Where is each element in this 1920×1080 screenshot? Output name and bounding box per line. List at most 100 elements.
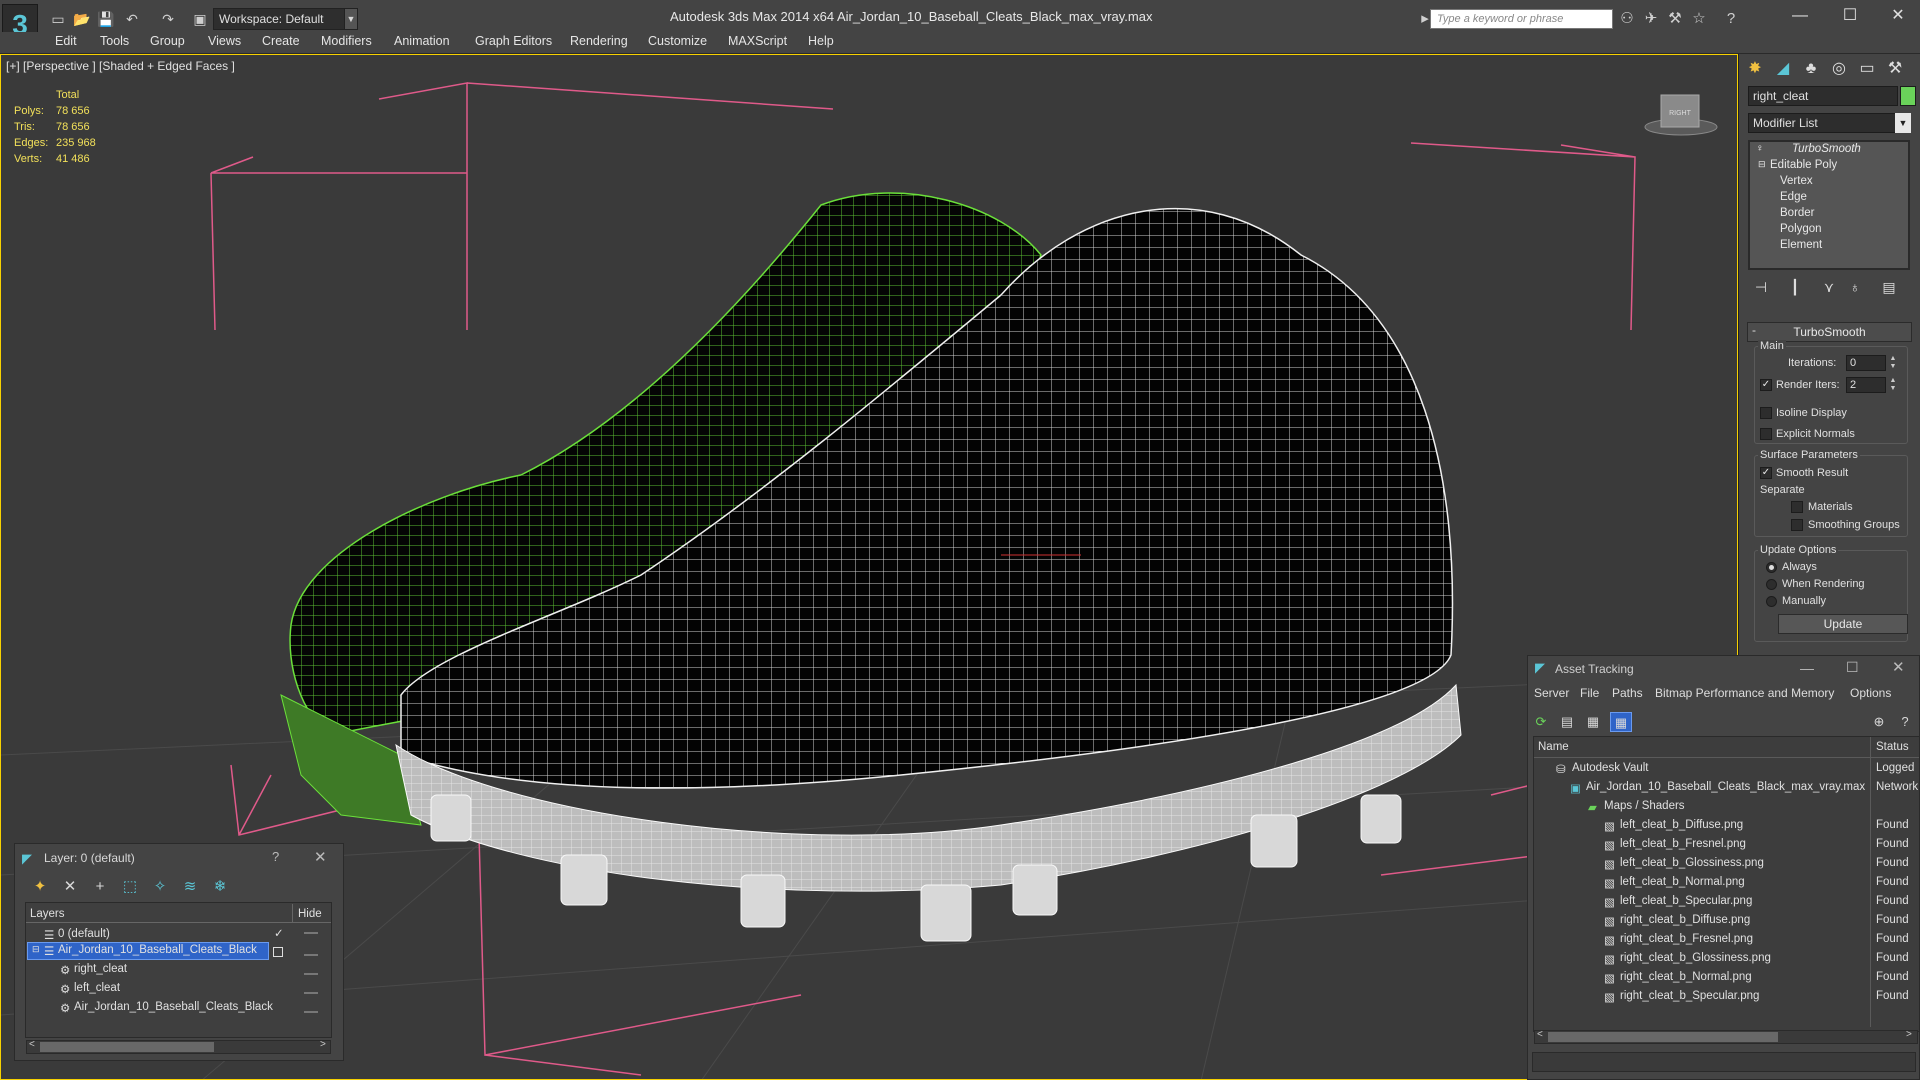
tree-view-icon[interactable]: ▦ bbox=[1582, 712, 1604, 732]
scroll-right-icon[interactable]: > bbox=[1906, 1029, 1912, 1040]
minimize-icon[interactable]: — bbox=[1780, 4, 1820, 28]
status-column-header[interactable]: Status bbox=[1876, 741, 1909, 753]
menu-rendering[interactable]: Rendering bbox=[570, 34, 628, 48]
menu-customize[interactable]: Customize bbox=[648, 34, 707, 48]
smooth-result-checkbox[interactable]: ✓ bbox=[1760, 467, 1772, 479]
asset-menu-options[interactable]: Options bbox=[1850, 686, 1891, 700]
update-button[interactable]: Update bbox=[1778, 614, 1908, 634]
stack-item-editable-poly[interactable]: Editable Poly bbox=[1770, 159, 1837, 171]
list-view-icon[interactable]: ▤ bbox=[1556, 712, 1578, 732]
scroll-right-icon[interactable]: > bbox=[320, 1039, 326, 1050]
manually-radio[interactable] bbox=[1766, 596, 1777, 607]
redo-icon[interactable]: ↷ bbox=[158, 9, 178, 29]
asset-row-bitmap[interactable]: right_cleat_b_Glossiness.png bbox=[1620, 952, 1771, 964]
spinner-arrows-icon[interactable]: ▲ ▼ bbox=[1888, 355, 1898, 371]
layer-row-right-cleat[interactable]: right_cleat bbox=[74, 963, 127, 975]
close-icon[interactable]: ✕ bbox=[314, 848, 327, 866]
undo-icon[interactable]: ↶ bbox=[122, 9, 142, 29]
modifier-list-dropdown[interactable]: Modifier List bbox=[1748, 113, 1910, 133]
menu-views[interactable]: Views bbox=[208, 34, 241, 48]
hide-toggle[interactable] bbox=[304, 932, 318, 934]
workspace-dropdown[interactable]: Workspace: Default bbox=[213, 8, 350, 30]
explicit-normals-checkbox[interactable] bbox=[1760, 428, 1772, 440]
layers-column-header[interactable]: Layers bbox=[30, 908, 65, 920]
show-end-result-icon[interactable]: ┃ bbox=[1782, 276, 1808, 298]
stack-item-element[interactable]: Element bbox=[1780, 239, 1822, 251]
maximize-icon[interactable]: ☐ bbox=[1830, 4, 1870, 28]
asset-row-bitmap[interactable]: left_cleat_b_Glossiness.png bbox=[1620, 857, 1764, 869]
menu-group[interactable]: Group bbox=[150, 34, 185, 48]
help-icon[interactable]: ? bbox=[1894, 712, 1916, 732]
asset-row-vault[interactable]: Autodesk Vault bbox=[1572, 762, 1649, 774]
asset-row-max-file[interactable]: Air_Jordan_10_Baseball_Cleats_Black_max_… bbox=[1586, 781, 1865, 793]
hide-toggle[interactable] bbox=[304, 1011, 318, 1013]
hide-all-layers-icon[interactable]: ≋ bbox=[178, 876, 202, 898]
hide-toggle[interactable] bbox=[304, 973, 318, 975]
pin-stack-icon[interactable]: ⊣ bbox=[1748, 276, 1774, 298]
utilities-tab-icon[interactable]: ⚒ bbox=[1882, 58, 1908, 80]
scroll-left-icon[interactable]: < bbox=[29, 1039, 35, 1050]
maximize-icon[interactable]: ☐ bbox=[1846, 659, 1859, 676]
rollout-turbosmooth-header[interactable]: TurboSmooth bbox=[1747, 322, 1912, 342]
lightbulb-icon[interactable]: ♀ bbox=[1756, 143, 1768, 155]
stack-item-polygon[interactable]: Polygon bbox=[1780, 223, 1822, 235]
asset-row-bitmap[interactable]: left_cleat_b_Specular.png bbox=[1620, 895, 1752, 907]
menu-graph-editors[interactable]: Graph Editors bbox=[475, 34, 552, 48]
binoculars-icon[interactable]: ⚇ bbox=[1616, 10, 1638, 28]
iterations-spinner[interactable]: 0 bbox=[1846, 355, 1886, 371]
asset-row-bitmap[interactable]: right_cleat_b_Specular.png bbox=[1620, 990, 1759, 1002]
asset-menu-paths[interactable]: Paths bbox=[1612, 686, 1643, 700]
search-input[interactable]: Type a keyword or phrase bbox=[1430, 9, 1613, 29]
hide-toggle[interactable] bbox=[304, 992, 318, 994]
select-objects-icon[interactable]: ⬚ bbox=[118, 876, 142, 898]
menu-modifiers[interactable]: Modifiers bbox=[321, 34, 372, 48]
configure-sets-icon[interactable]: ▤ bbox=[1876, 276, 1902, 298]
active-layer-box-icon[interactable] bbox=[273, 947, 283, 957]
help-context-icon[interactable]: ⊕ bbox=[1868, 712, 1890, 732]
delete-layer-icon[interactable]: ✕ bbox=[58, 876, 82, 898]
freeze-all-layers-icon[interactable]: ❄ bbox=[208, 876, 232, 898]
motion-tab-icon[interactable]: ◎ bbox=[1826, 58, 1852, 80]
menu-maxscript[interactable]: MAXScript bbox=[728, 34, 787, 48]
object-name-field[interactable]: right_cleat bbox=[1748, 86, 1898, 106]
stack-item-edge[interactable]: Edge bbox=[1780, 191, 1807, 203]
materials-checkbox[interactable] bbox=[1791, 501, 1803, 513]
modify-tab-icon[interactable]: ◢ bbox=[1770, 58, 1796, 80]
layer-row-cleats[interactable]: Air_Jordan_10_Baseball_Cleats_Black bbox=[58, 944, 257, 956]
stack-item-vertex[interactable]: Vertex bbox=[1780, 175, 1813, 187]
highlight-layer-icon[interactable]: ✧ bbox=[148, 876, 172, 898]
render-iters-spinner[interactable]: 2 bbox=[1846, 377, 1886, 393]
asset-row-bitmap[interactable]: left_cleat_b_Normal.png bbox=[1620, 876, 1745, 888]
render-iters-checkbox[interactable]: ✓ bbox=[1760, 379, 1772, 391]
asset-row-bitmap[interactable]: right_cleat_b_Fresnel.png bbox=[1620, 933, 1753, 945]
collapse-icon[interactable]: ⊟ bbox=[32, 944, 40, 955]
scroll-left-icon[interactable]: < bbox=[1537, 1029, 1543, 1040]
asset-menu-file[interactable]: File bbox=[1580, 686, 1599, 700]
layer-help-button[interactable]: ? bbox=[272, 849, 279, 864]
new-file-icon[interactable]: ▭ bbox=[48, 9, 68, 29]
menu-create[interactable]: Create bbox=[262, 34, 300, 48]
hierarchy-tab-icon[interactable]: ♣ bbox=[1798, 58, 1824, 80]
close-icon[interactable]: ✕ bbox=[1892, 658, 1905, 676]
asset-menu-server[interactable]: Server bbox=[1534, 686, 1569, 700]
chevron-down-icon[interactable]: ▼ bbox=[344, 8, 358, 30]
favorites-star-icon[interactable]: ☆ bbox=[1688, 10, 1710, 28]
asset-row-bitmap[interactable]: left_cleat_b_Diffuse.png bbox=[1620, 819, 1743, 831]
create-layer-icon[interactable]: ✦ bbox=[28, 876, 52, 898]
always-radio[interactable] bbox=[1766, 562, 1777, 573]
asset-menu-bitmap[interactable]: Bitmap Performance and Memory bbox=[1655, 686, 1834, 700]
asset-row-bitmap[interactable]: right_cleat_b_Normal.png bbox=[1620, 971, 1752, 983]
rollout-collapse-icon[interactable]: - bbox=[1752, 323, 1756, 337]
stack-item-turbosmooth[interactable]: TurboSmooth bbox=[1792, 143, 1861, 155]
project-folder-icon[interactable]: ▣ bbox=[190, 9, 210, 29]
menu-help[interactable]: Help bbox=[808, 34, 834, 48]
when-rendering-radio[interactable] bbox=[1766, 579, 1777, 590]
layer-row-cleats-object[interactable]: Air_Jordan_10_Baseball_Cleats_Black bbox=[74, 1001, 273, 1013]
layer-row-left-cleat[interactable]: left_cleat bbox=[74, 982, 120, 994]
object-color-swatch[interactable] bbox=[1900, 86, 1916, 106]
remove-modifier-icon[interactable]: ♁ bbox=[1842, 276, 1868, 298]
scrollbar-thumb[interactable] bbox=[1548, 1032, 1778, 1042]
save-file-icon[interactable]: 💾 bbox=[96, 9, 116, 29]
isoline-display-checkbox[interactable] bbox=[1760, 407, 1772, 419]
table-view-icon[interactable]: ▦ bbox=[1610, 712, 1632, 732]
